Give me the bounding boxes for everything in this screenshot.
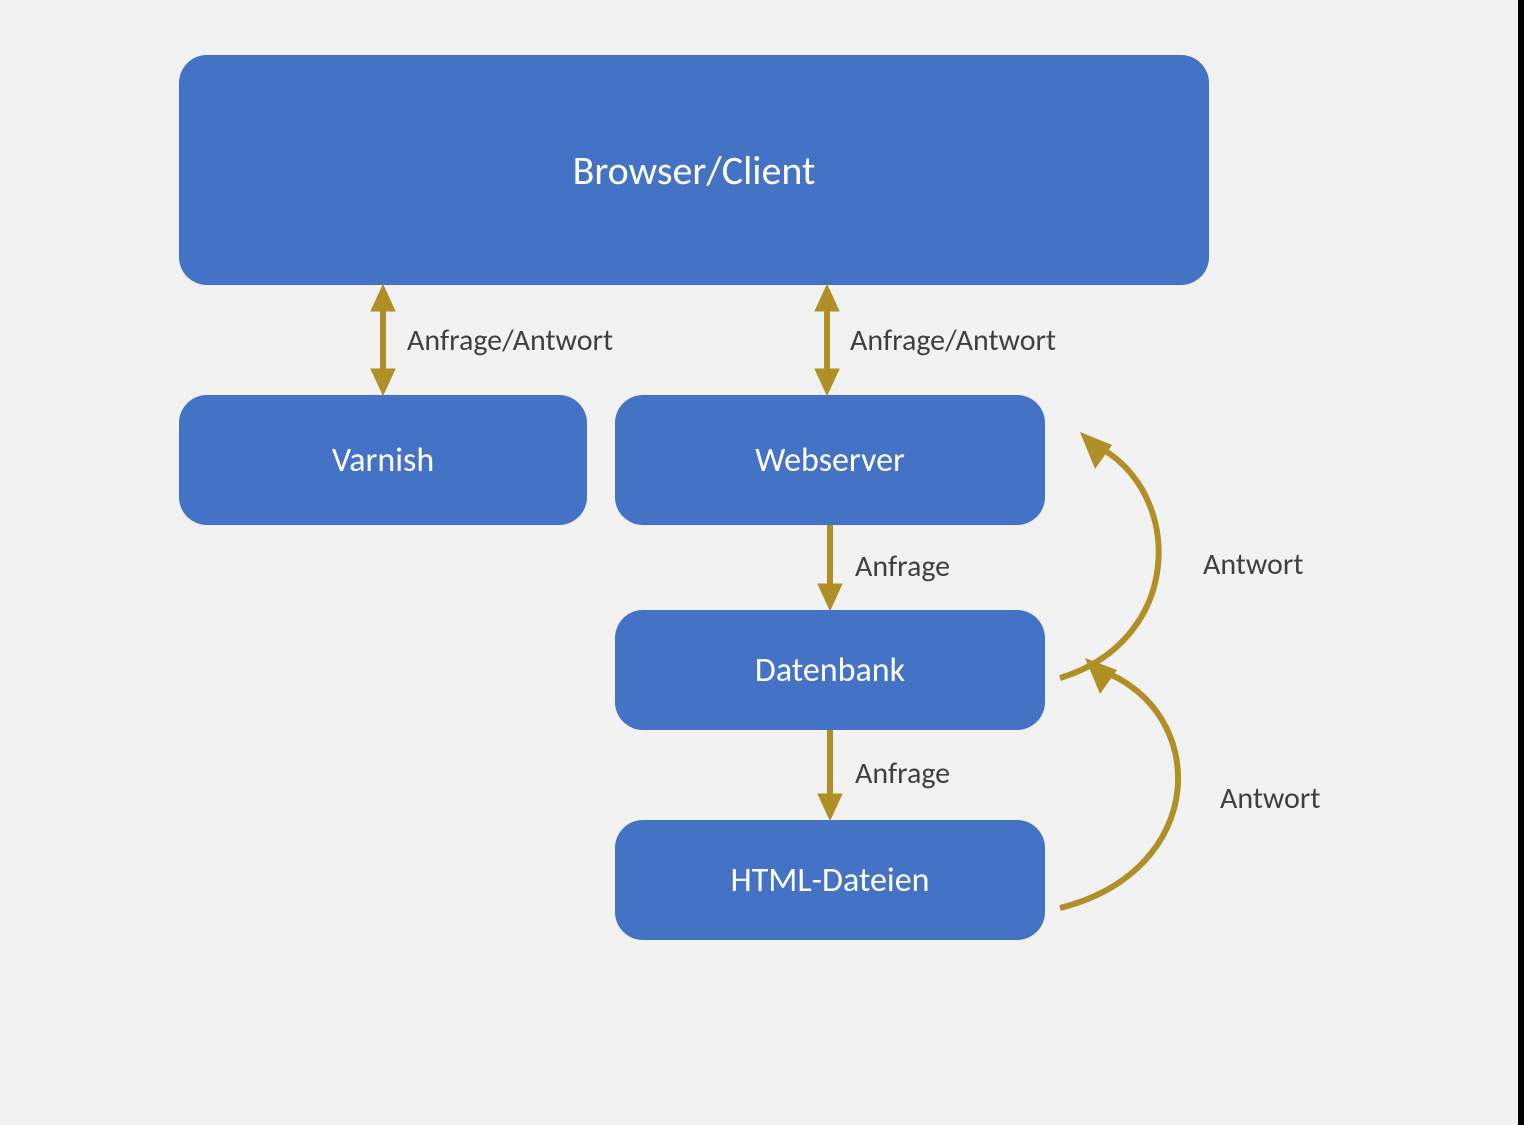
edge-label-antwort-upper: Antwort bbox=[1203, 546, 1303, 583]
node-browser-client: Browser/Client bbox=[179, 55, 1209, 285]
double-arrow-icon bbox=[371, 285, 395, 395]
down-arrow-icon bbox=[818, 730, 842, 820]
edge-label-browser-webserver: Anfrage/Antwort bbox=[850, 322, 1056, 359]
node-label: Webserver bbox=[755, 440, 905, 481]
down-arrow-icon bbox=[818, 525, 842, 610]
node-label: Browser/Client bbox=[573, 146, 816, 195]
node-datenbank: Datenbank bbox=[615, 610, 1045, 730]
double-arrow-icon bbox=[815, 285, 839, 395]
curved-arrow-icon bbox=[1060, 432, 1159, 678]
node-label: Varnish bbox=[332, 440, 434, 481]
node-html-dateien: HTML-Dateien bbox=[615, 820, 1045, 940]
node-webserver: Webserver bbox=[615, 395, 1045, 525]
node-label: Datenbank bbox=[755, 650, 905, 691]
node-label: HTML-Dateien bbox=[731, 860, 930, 901]
node-varnish: Varnish bbox=[179, 395, 587, 525]
edge-label-webserver-datenbank: Anfrage bbox=[855, 548, 950, 585]
edge-label-antwort-lower: Antwort bbox=[1220, 780, 1320, 817]
edge-label-browser-varnish: Anfrage/Antwort bbox=[407, 322, 613, 359]
curved-arrow-icon bbox=[1060, 658, 1178, 908]
page-right-border bbox=[1518, 0, 1524, 1125]
edge-label-datenbank-htmlfiles: Anfrage bbox=[855, 755, 950, 792]
